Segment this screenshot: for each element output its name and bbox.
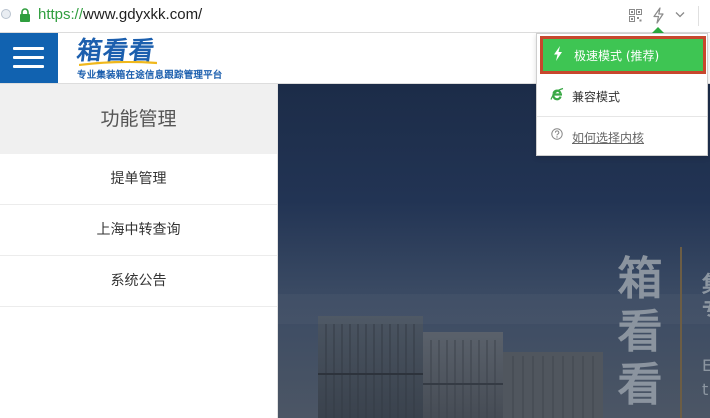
- hamburger-menu-icon: [13, 65, 44, 68]
- hero-side-text: E: [702, 356, 710, 375]
- kernel-mode-dropdown: 极速模式 (推荐) 兼容模式 如何选择内核: [536, 33, 708, 156]
- url-field[interactable]: https://www.gdyxkk.com/: [38, 6, 202, 23]
- hero-brand-char: 看: [617, 305, 663, 358]
- sidebar-title: 功能管理: [0, 84, 277, 154]
- sidebar: 功能管理 提单管理 上海中转查询 系统公告: [0, 84, 278, 418]
- url-host: www.gdyxkk.com/: [83, 6, 203, 23]
- compatibility-mode-label: 兼容模式: [572, 90, 621, 104]
- site-logo[interactable]: 箱看看 专业集装箱在途信息跟踪管理平台: [75, 36, 277, 81]
- logo-swoosh: [79, 61, 157, 66]
- kernel-help-label: 如何选择内核: [572, 131, 645, 145]
- site-favicon-icon: [1, 9, 11, 19]
- qr-code-icon[interactable]: [629, 9, 642, 22]
- url-scheme: https://: [38, 6, 84, 23]
- lightning-bolt-icon[interactable]: [652, 7, 665, 24]
- sidebar-item-shanghai-transfer[interactable]: 上海中转查询: [0, 205, 277, 256]
- hero-brand-title: 箱 看 看: [612, 252, 668, 411]
- hero-side-text: 集: [702, 274, 710, 298]
- hero-divider: [680, 247, 682, 418]
- lock-icon[interactable]: [19, 8, 31, 23]
- help-circle-icon: [551, 128, 563, 140]
- ie-logo-icon: [550, 87, 564, 101]
- browser-address-bar: https://www.gdyxkk.com/: [0, 0, 710, 33]
- hero-brand-char: 箱: [617, 252, 663, 305]
- kernel-help-link[interactable]: 如何选择内核: [537, 116, 707, 154]
- sidebar-item-announcements[interactable]: 系统公告: [0, 256, 277, 307]
- fast-mode-label: 极速模式 (推荐): [574, 49, 660, 63]
- hamburger-menu-icon: [13, 56, 44, 59]
- address-bar-divider: [698, 6, 699, 26]
- compatibility-mode-option[interactable]: 兼容模式: [537, 76, 707, 114]
- hero-brand-char: 看: [617, 358, 663, 411]
- chevron-down-icon[interactable]: [675, 11, 685, 18]
- lightning-bolt-icon: [554, 46, 562, 61]
- hamburger-menu-button[interactable]: [0, 33, 58, 83]
- hamburger-menu-icon: [13, 47, 44, 50]
- fast-mode-option[interactable]: 极速模式 (推荐): [540, 36, 706, 74]
- sidebar-item-bill-management[interactable]: 提单管理: [0, 154, 277, 205]
- logo-subtitle: 专业集装箱在途信息跟踪管理平台: [77, 70, 223, 81]
- hero-side-text: 专: [702, 300, 710, 324]
- hero-side-text: t: [702, 380, 709, 399]
